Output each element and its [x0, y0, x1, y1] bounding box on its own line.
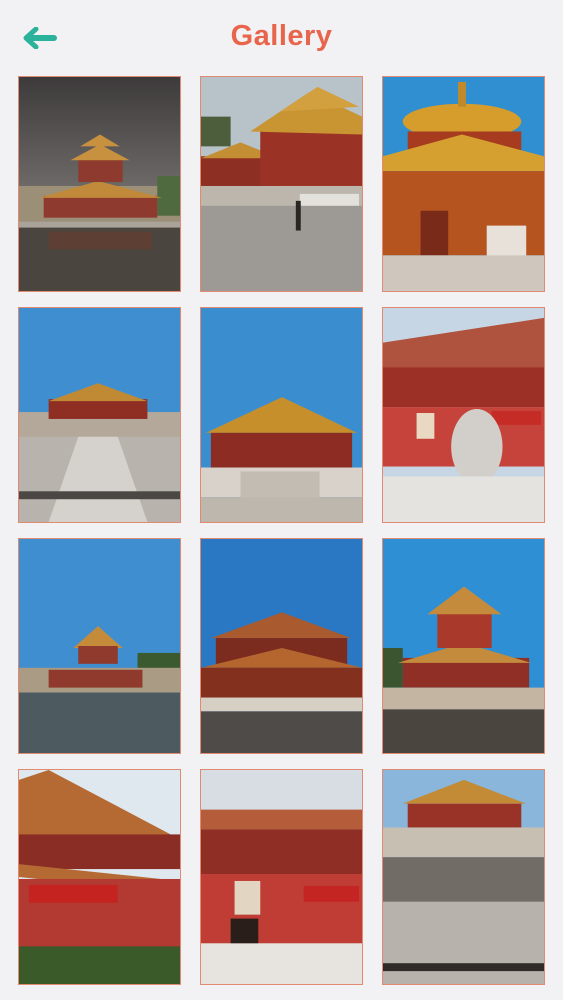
gallery-photo[interactable]	[200, 538, 363, 754]
gallery-photo[interactable]	[18, 769, 181, 985]
photo-golden-pavilion	[383, 77, 544, 291]
photo-tiananmen-lion	[383, 308, 544, 522]
photo-supreme-harmony	[201, 308, 362, 522]
app-header: Gallery	[0, 0, 563, 76]
photo-corner-tower-moat	[19, 539, 180, 753]
photo-tiananmen-portrait	[201, 770, 362, 984]
gallery-photo[interactable]	[200, 769, 363, 985]
gallery-photo[interactable]	[382, 76, 545, 292]
photo-hall-courtyard	[19, 308, 180, 522]
photo-corner-tower-reflection	[383, 539, 544, 753]
photo-tiananmen-gate-side	[19, 770, 180, 984]
page-title: Gallery	[230, 20, 333, 52]
gallery-photo[interactable]	[18, 538, 181, 754]
gallery-photo[interactable]	[200, 76, 363, 292]
gallery-photo[interactable]	[382, 307, 545, 523]
photo-crowd-courtyard	[383, 770, 544, 984]
gallery-photo[interactable]	[18, 307, 181, 523]
photo-corner-tower-storm	[19, 77, 180, 291]
photo-palace-terrace	[201, 77, 362, 291]
gallery-photo[interactable]	[382, 538, 545, 754]
gallery-photo[interactable]	[200, 307, 363, 523]
gallery-photo[interactable]	[382, 769, 545, 985]
photo-hall-dusk	[201, 539, 362, 753]
gallery-photo[interactable]	[18, 76, 181, 292]
